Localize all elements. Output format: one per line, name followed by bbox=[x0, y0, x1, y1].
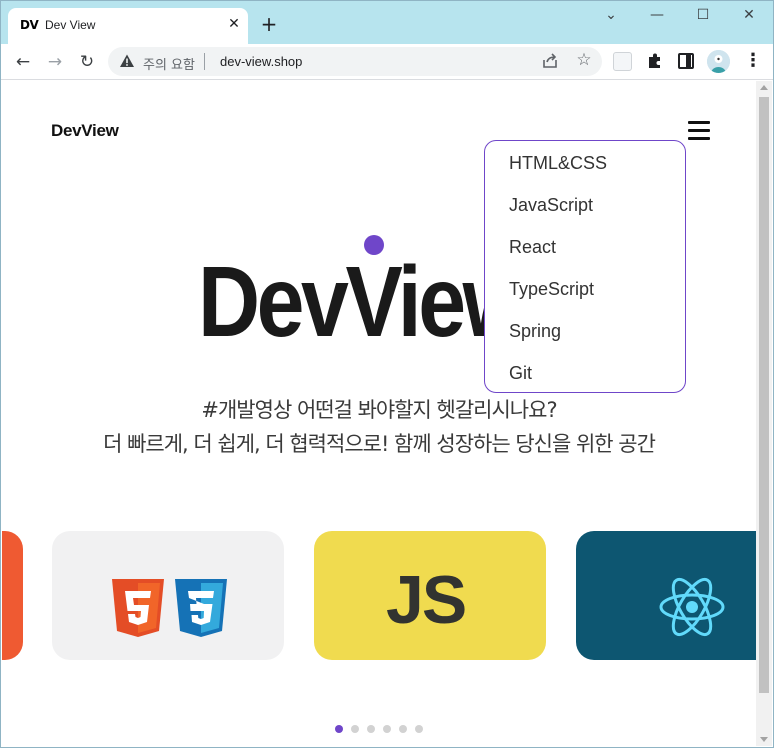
html5-logo-icon bbox=[112, 579, 164, 637]
share-icon[interactable] bbox=[540, 51, 560, 71]
tab-title: Dev View bbox=[45, 18, 96, 32]
reload-icon[interactable]: ↻ bbox=[73, 48, 101, 76]
browser-tab[interactable]: DV Dev View ✕ bbox=[8, 8, 248, 44]
react-logo-icon bbox=[659, 577, 725, 637]
scrollbar-thumb[interactable] bbox=[759, 97, 769, 693]
avatar[interactable] bbox=[707, 50, 730, 73]
maximize-icon[interactable]: ☐ bbox=[680, 2, 726, 30]
js-logo-icon: JS bbox=[386, 562, 467, 638]
menu-item-javascript[interactable]: JavaScript bbox=[509, 195, 593, 216]
side-panel-icon[interactable] bbox=[678, 53, 694, 69]
pager-dot-4[interactable] bbox=[383, 725, 391, 733]
scroll-up-arrow-icon[interactable] bbox=[760, 85, 768, 90]
hamburger-menu-icon[interactable] bbox=[688, 121, 710, 141]
css3-logo-icon bbox=[175, 579, 227, 637]
carousel-card-html-css[interactable] bbox=[52, 531, 284, 660]
browser-titlebar: DV Dev View ✕ + ⌄ — ☐ ✕ bbox=[0, 0, 774, 44]
page-scrollbar[interactable] bbox=[756, 81, 772, 746]
extension-icon[interactable] bbox=[613, 52, 632, 71]
warning-icon[interactable] bbox=[119, 53, 135, 69]
hamburger-line bbox=[688, 121, 710, 124]
page-viewport: DevView DevView #개발영상 어떤걸 봐야할지 헷갈리시나요? 더… bbox=[2, 81, 756, 746]
hero-subtitle-line1: #개발영상 어떤걸 봐야할지 헷갈리시나요? bbox=[201, 398, 557, 422]
hamburger-line bbox=[688, 137, 710, 140]
url-text[interactable]: dev-view.shop bbox=[220, 54, 302, 69]
carousel-card-partial[interactable] bbox=[2, 531, 23, 660]
address-bar[interactable]: 주의 요함 dev-view.shop ☆ bbox=[108, 47, 602, 76]
menu-item-git[interactable]: Git bbox=[509, 363, 532, 384]
back-arrow-icon[interactable]: ← bbox=[9, 48, 37, 76]
forward-arrow-icon[interactable]: → bbox=[41, 48, 69, 76]
pager-dot-2[interactable] bbox=[351, 725, 359, 733]
scroll-down-arrow-icon[interactable] bbox=[760, 737, 768, 742]
hero-subtitle-line2: 더 빠르게, 더 쉽게, 더 협력적으로! 함께 성장하는 당신을 위한 공간 bbox=[103, 432, 656, 456]
close-icon[interactable]: ✕ bbox=[726, 2, 772, 30]
minimize-icon[interactable]: — bbox=[634, 2, 680, 30]
kebab-menu-icon[interactable]: ⋮ bbox=[744, 50, 762, 74]
pager-dot-5[interactable] bbox=[399, 725, 407, 733]
site-logo[interactable]: DevView bbox=[51, 121, 119, 141]
security-status-text[interactable]: 주의 요함 bbox=[143, 54, 195, 73]
star-icon[interactable]: ☆ bbox=[573, 49, 595, 71]
carousel-card-react[interactable] bbox=[576, 531, 756, 660]
puzzle-icon[interactable] bbox=[645, 51, 665, 71]
menu-item-html-css[interactable]: HTML&CSS bbox=[509, 153, 607, 174]
tab-search-icon[interactable]: ⌄ bbox=[588, 2, 634, 30]
pager-dot-1[interactable] bbox=[335, 725, 343, 733]
hero-title: DevView bbox=[198, 246, 530, 358]
browser-toolbar: ← → ↻ 주의 요함 dev-view.shop ☆ ⋮ bbox=[0, 44, 774, 80]
avatar-image bbox=[707, 50, 730, 73]
hamburger-line bbox=[688, 129, 710, 132]
new-tab-button[interactable]: + bbox=[258, 14, 280, 36]
tab-close-icon[interactable]: ✕ bbox=[224, 14, 244, 34]
pager-dot-3[interactable] bbox=[367, 725, 375, 733]
omnibox-divider bbox=[204, 53, 205, 70]
carousel-card-javascript[interactable]: JS bbox=[314, 531, 546, 660]
menu-item-react[interactable]: React bbox=[509, 237, 556, 258]
menu-item-typescript[interactable]: TypeScript bbox=[509, 279, 594, 300]
tab-favicon: DV bbox=[20, 18, 39, 32]
menu-item-spring[interactable]: Spring bbox=[509, 321, 561, 342]
category-dropdown-menu: HTML&CSS JavaScript React TypeScript Spr… bbox=[484, 140, 686, 393]
pager-dot-6[interactable] bbox=[415, 725, 423, 733]
